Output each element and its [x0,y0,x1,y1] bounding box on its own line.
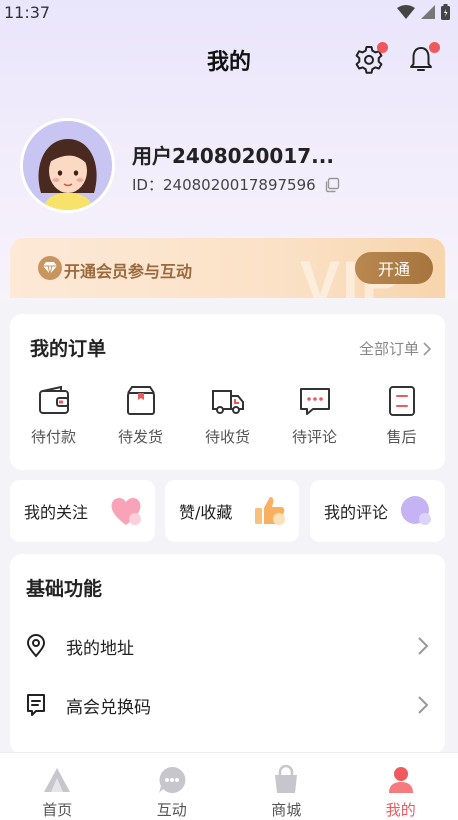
chat-icon [158,766,186,793]
order-pending-review[interactable]: 待评论 [271,384,358,447]
avatar-illustration [23,121,112,210]
settings-button[interactable] [354,42,388,76]
shortcut-label: 赞/收藏 [179,503,233,522]
shortcut-label: 我的评论 [324,503,389,522]
username: 用户2408020017... [132,144,334,168]
settings-notification-dot [377,42,388,53]
my-follows-shortcut[interactable]: 我的关注 [10,480,155,542]
tab-label: 首页 [42,801,73,819]
wifi-icon [397,5,415,19]
my-orders-card: 我的订单 全部订单 待付款 待发货 待收货 待评论 售后 [10,314,445,470]
likes-favorites-shortcut[interactable]: 赞/收藏 [165,480,299,542]
menu-item-label: 我的地址 [66,638,134,659]
tab-mine[interactable]: 我的 [344,753,458,820]
tab-mall[interactable]: 商城 [229,753,344,820]
basic-functions-card: 基础功能 我的地址 高会兑换码 [10,554,445,754]
order-pending-payment[interactable]: 待付款 [10,384,97,447]
user-id-label: ID： [132,176,163,194]
avatar[interactable] [20,118,115,213]
page-title: 我的 [206,50,251,75]
all-orders-label: 全部订单 [358,340,419,358]
notifications-button[interactable] [406,42,440,76]
wallet-icon [38,385,69,414]
order-pending-shipment[interactable]: 待发货 [97,384,184,447]
truck-icon [211,390,244,414]
basic-functions-title: 基础功能 [26,578,103,600]
vip-diamond-icon [38,256,62,280]
tab-label: 我的 [385,801,416,819]
order-item-label: 售后 [386,428,417,446]
order-after-sale[interactable]: 售后 [358,384,445,447]
package-icon [126,386,155,415]
notifications-badge [429,42,440,53]
status-time: 11:37 [4,2,51,22]
shopping-bag-icon [275,765,298,793]
chevron-right-icon [418,637,429,655]
home-icon [44,768,71,792]
order-item-label: 待收货 [204,428,250,446]
heart-icon [111,497,141,525]
order-pending-receipt[interactable]: 待收货 [184,384,271,447]
tab-label: 商城 [271,801,302,819]
battery-icon [441,4,450,20]
bottom-tab-bar: 首页 互动 商城 我的 [0,752,458,820]
user-id-value: 2408020017897596 [162,176,316,194]
signal-icon [421,5,435,19]
my-comments-shortcut[interactable]: 我的评论 [310,480,445,542]
user-id-row: ID：2408020017897596 [132,174,340,195]
status-icons [397,4,450,20]
tab-interaction[interactable]: 互动 [115,753,230,820]
order-item-label: 待发货 [117,428,163,446]
tab-home[interactable]: 首页 [0,753,115,820]
profile-section: 用户2408020017... ID：2408020017897596 [20,118,440,214]
app-header: 我的 [0,38,458,82]
chevron-right-icon [418,696,429,714]
menu-item-my-address[interactable]: 我的地址 [10,618,445,674]
menu-item-redeem-code[interactable]: 高会兑换码 [10,677,445,733]
copy-icon[interactable] [324,177,340,193]
menu-item-label: 高会兑换码 [66,697,151,718]
person-icon [388,767,413,793]
orders-title: 我的订单 [30,338,107,360]
order-item-label: 待付款 [30,428,76,446]
chat-bubble-icon [401,496,431,525]
comment-icon [299,388,330,415]
location-pin-icon [26,634,46,658]
chevron-right-icon [423,341,431,356]
redeem-code-icon [27,694,45,716]
vip-open-button[interactable]: 开通 [355,252,433,284]
all-orders-link[interactable]: 全部订单 [359,338,431,359]
vip-promo-banner[interactable]: VIP 开通会员参与互动 开通 [10,238,445,298]
thumbs-up-icon [255,497,285,525]
shortcut-label: 我的关注 [24,503,89,522]
order-item-label: 待评论 [291,428,337,446]
vip-promo-text: 开通会员参与互动 [64,262,193,281]
status-bar: 11:37 [0,0,458,24]
tab-label: 互动 [156,801,187,819]
after-sale-icon [388,386,415,416]
